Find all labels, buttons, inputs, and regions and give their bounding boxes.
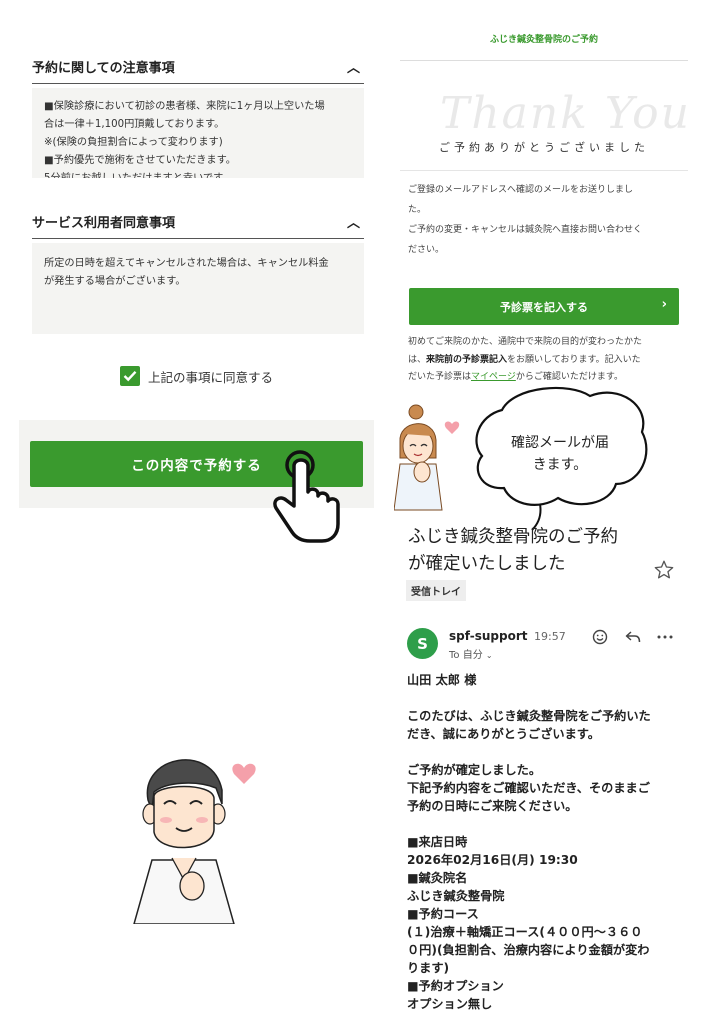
record-button-label: 予診票を記入する bbox=[500, 300, 588, 314]
note-emphasis: 来院前の予診票記入 bbox=[426, 354, 508, 365]
service-section-header[interactable]: サービス利用者同意事項 ︿ bbox=[32, 212, 364, 239]
chevron-up-icon[interactable]: ︿ bbox=[347, 212, 360, 231]
pointing-hand-icon bbox=[273, 450, 340, 543]
note-line: だいた予診票はマイページからご確認いただけます。 bbox=[408, 369, 680, 387]
detail-line: (１)治療＋軸矯正コース(４００円～３６０ bbox=[407, 925, 643, 939]
record-questionnaire-button[interactable]: 予診票を記入する › bbox=[409, 288, 679, 325]
confirmation-paragraph: ご登録のメールアドレスへ確認のメールをお送りしまし た。 ご予約の変更・キャンセ… bbox=[408, 180, 680, 260]
chevron-down-icon: ⌄ bbox=[485, 651, 493, 660]
more-icon[interactable] bbox=[657, 635, 673, 639]
para-line: ださい。 bbox=[408, 245, 445, 255]
recipient-text: To 自分 bbox=[449, 650, 483, 661]
body-line: だき、誠にありがとうございます。 bbox=[407, 727, 600, 741]
subject-line: が確定いたしました bbox=[408, 554, 566, 574]
notice-line: 5分前にお越しいただけますと幸いです bbox=[44, 170, 352, 178]
notice-body: ■保険診療において初診の患者様、来院に1ヶ月以上空いた場 合は一律＋1,100円… bbox=[32, 88, 364, 178]
detail-line: ふじき鍼灸整骨院 bbox=[407, 889, 505, 903]
detail-line: ０円)(負担割合、治療内容により金額が変わ bbox=[407, 943, 650, 957]
service-body: 所定の日時を超えてキャンセルされた場合は、キャンセル料金 が発生する場合がござい… bbox=[32, 243, 364, 334]
avatar[interactable]: S bbox=[407, 628, 438, 659]
star-icon[interactable] bbox=[654, 560, 674, 579]
bubble-line: 確認メールが届 bbox=[511, 435, 609, 451]
detail-line: 2026年02月16日(月) 19:30 bbox=[407, 853, 578, 867]
note-line: は、来院前の予診票記入をお願いしております。記入いた bbox=[408, 352, 680, 370]
divider bbox=[400, 60, 688, 61]
notice-section-title: 予約に関しての注意事項 bbox=[32, 61, 175, 76]
service-line: が発生する場合がございます。 bbox=[44, 276, 186, 287]
notice-line: 合は一律＋1,100円頂戴しております。 bbox=[44, 119, 225, 130]
mypage-link[interactable]: マイページ bbox=[471, 372, 516, 382]
sender-name[interactable]: spf-support bbox=[449, 629, 528, 643]
recipient-line[interactable]: To 自分 ⌄ bbox=[449, 646, 493, 661]
body-line: ご予約が確定しました。 bbox=[407, 763, 542, 777]
notice-line: ■保険診療において初診の患者様、来院に1ヶ月以上空いた場 bbox=[44, 101, 325, 112]
note-text: だいた予診票は bbox=[408, 372, 472, 382]
service-line: 所定の日時を超えてキャンセルされた場合は、キャンセル料金 bbox=[44, 258, 329, 269]
detail-line: ■鍼灸院名 bbox=[407, 871, 468, 885]
note-text: からご確認いただけます。 bbox=[515, 372, 623, 382]
notice-line: ※(保険の負担割合によって変わります) bbox=[44, 137, 223, 148]
agree-label: 上記の事項に同意する bbox=[148, 369, 274, 385]
send-time: 19:57 bbox=[534, 630, 566, 643]
body-line: 予約の日時にご来院ください。 bbox=[407, 799, 578, 813]
email-paragraph: ご予約が確定しました。 下記予約内容をご確認いただき、そのままご 予約の日時にご… bbox=[407, 761, 679, 815]
note-text: をお願いしております。記入いた bbox=[507, 354, 641, 365]
practitioner-illustration bbox=[133, 759, 256, 924]
agree-checkbox[interactable] bbox=[120, 366, 140, 386]
detail-line: オプション無し bbox=[407, 997, 493, 1011]
checkmark-icon bbox=[123, 370, 137, 382]
emoji-icon[interactable] bbox=[592, 629, 608, 645]
reserve-submit-label: この内容で予約する bbox=[131, 458, 262, 474]
chevron-up-icon[interactable]: ︿ bbox=[347, 57, 360, 76]
chevron-right-icon: › bbox=[661, 297, 667, 312]
note-text: は、 bbox=[408, 354, 427, 365]
inbox-label[interactable]: 受信トレイ bbox=[406, 580, 466, 601]
email-body: 山田 太郎 様 このたびは、ふじき鍼灸整骨院をご予約いた だき、誠にありがとうご… bbox=[407, 671, 679, 1013]
para-line: た。 bbox=[408, 205, 427, 215]
detail-line: ります) bbox=[407, 961, 450, 975]
service-section-title: サービス利用者同意事項 bbox=[32, 216, 176, 231]
bubble-text: 確認メールが届 きます。 bbox=[496, 432, 624, 476]
subject-line: ふじき鍼灸整骨院のご予約 bbox=[408, 527, 618, 547]
agree-checkbox-row[interactable]: 上記の事項に同意する bbox=[120, 366, 273, 386]
body-line: 下記予約内容をご確認いただき、そのままご bbox=[407, 781, 650, 795]
site-title: ふじき鍼灸整骨院のご予約 bbox=[489, 35, 598, 45]
detail-line: ■予約オプション bbox=[407, 979, 504, 993]
thank-you-watermark: Thank You bbox=[440, 88, 691, 139]
bubble-line: きます。 bbox=[532, 457, 588, 473]
para-line: ご登録のメールアドレスへ確認のメールをお送りしまし bbox=[408, 185, 634, 195]
notice-section-header[interactable]: 予約に関しての注意事項 ︿ bbox=[32, 57, 364, 84]
questionnaire-note: 初めてご来院のかた、通院中で来院の目的が変わったかた は、来院前の予診票記入をお… bbox=[408, 334, 680, 387]
detail-line: ■予約コース bbox=[407, 907, 479, 921]
detail-line: ■来店日時 bbox=[407, 835, 468, 849]
thanks-heading: ご予約ありがとうございました bbox=[439, 141, 649, 154]
para-line: ご予約の変更・キャンセルは鍼灸院へ直接お問い合わせく bbox=[408, 225, 643, 235]
body-line: このたびは、ふじき鍼灸整骨院をご予約いた bbox=[407, 709, 651, 723]
notice-line: ■予約優先で施術をさせていただきます。 bbox=[44, 155, 236, 166]
greeting: 山田 太郎 様 bbox=[407, 673, 477, 687]
email-subject: ふじき鍼灸整骨院のご予約 が確定いたしました bbox=[408, 524, 648, 578]
email-paragraph: このたびは、ふじき鍼灸整骨院をご予約いた だき、誠にありがとうございます。 bbox=[407, 707, 679, 743]
reservation-details: ■来店日時 2026年02月16日(月) 19:30 ■鍼灸院名 ふじき鍼灸整骨… bbox=[407, 833, 679, 1013]
note-line: 初めてご来院のかた、通院中で来院の目的が変わったかた bbox=[408, 337, 643, 347]
nurse-illustration bbox=[394, 404, 460, 511]
divider bbox=[400, 170, 688, 171]
reply-icon[interactable] bbox=[625, 630, 641, 644]
